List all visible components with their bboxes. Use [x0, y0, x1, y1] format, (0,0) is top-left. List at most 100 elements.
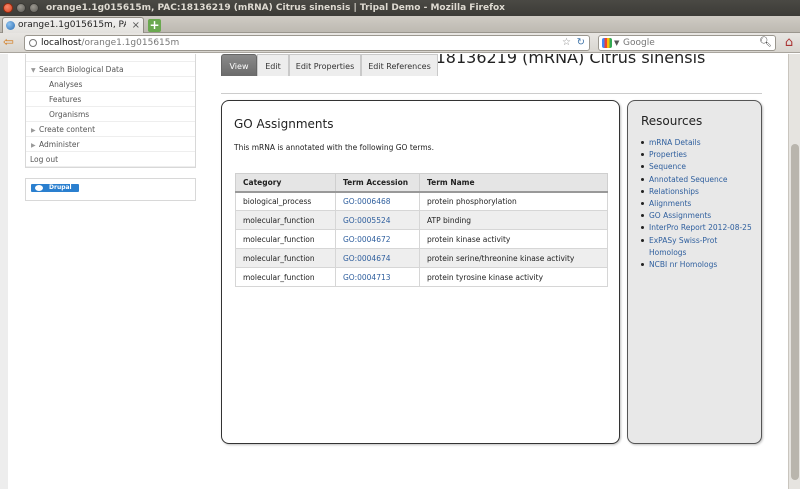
window-titlebar: orange1.1g015615m, PAC:18136219 (mRNA) C…	[0, 0, 800, 16]
cell-term-name: protein tyrosine kinase activity	[419, 267, 608, 287]
tab-label: Edit Properties	[295, 62, 355, 71]
column-header-category: Category	[235, 173, 336, 193]
window-close-button[interactable]	[3, 3, 13, 13]
search-input[interactable]	[623, 37, 753, 49]
page-gutter	[0, 54, 8, 489]
sidebar: ▼ Search Biological Data Analyses Feature…	[25, 54, 196, 201]
table-row: biological_process GO:0006468 protein ph…	[235, 191, 608, 211]
go-intro-text: This mRNA is annotated with the followin…	[234, 143, 434, 152]
table-row: molecular_function GO:0004713 protein ty…	[235, 267, 608, 287]
tab-view[interactable]: View	[221, 54, 257, 76]
cell-category: biological_process	[235, 191, 336, 211]
search-icon[interactable]: 🔍︎	[759, 36, 772, 50]
cell-category: molecular_function	[235, 267, 336, 287]
nav-item-analyses[interactable]: Analyses	[26, 77, 195, 92]
tab-close-icon[interactable]: ×	[132, 18, 140, 33]
nav-item-label: Analyses	[49, 80, 83, 89]
nav-item-features[interactable]: Features	[26, 92, 195, 107]
drupal-drop-icon	[35, 185, 43, 191]
page-scrollbar[interactable]	[788, 54, 800, 489]
new-tab-button[interactable]: +	[148, 19, 161, 32]
back-arrow-icon[interactable]: ⇦	[3, 36, 19, 50]
nav-item-label: Search Biological Data	[39, 65, 124, 74]
resource-link-go-assignments[interactable]: GO Assignments	[641, 210, 756, 222]
cell-category: molecular_function	[235, 229, 336, 249]
cell-accession: GO:0004672	[335, 229, 420, 249]
resource-link-expasy-homologs[interactable]: ExPASy Swiss-Prot Homologs	[641, 235, 756, 259]
google-engine-icon[interactable]	[602, 38, 612, 48]
collapsed-triangle-icon: ▶	[31, 127, 36, 134]
nav-item-label: Organisms	[49, 110, 90, 119]
cell-term-name: ATP binding	[419, 210, 608, 230]
cell-term-name: protein kinase activity	[419, 229, 608, 249]
page-viewport: ▼ Search Biological Data Analyses Feature…	[0, 54, 788, 489]
navigation-menu: ▼ Search Biological Data Analyses Feature…	[25, 54, 196, 168]
resource-link-interpro-report[interactable]: InterPro Report 2012-08-25	[641, 222, 756, 234]
tab-label: Edit	[265, 62, 281, 71]
window-minimize-button[interactable]	[16, 3, 26, 13]
nav-item-label: Log out	[30, 155, 59, 164]
cell-category: molecular_function	[235, 248, 336, 268]
tab-label: Edit References	[368, 62, 431, 71]
window-maximize-button[interactable]	[29, 3, 39, 13]
resource-link-alignments[interactable]: Alignments	[641, 198, 756, 210]
resource-link-sequence[interactable]: Sequence	[641, 161, 756, 173]
browser-tab[interactable]: orange1.1g015615m, PAC:181... ×	[2, 17, 144, 33]
nav-item-log-out[interactable]: Log out	[26, 152, 195, 167]
resource-link-properties[interactable]: Properties	[641, 149, 756, 161]
go-accession-link[interactable]: GO:0004713	[343, 273, 391, 282]
go-accession-link[interactable]: GO:0004674	[343, 254, 391, 263]
expanded-triangle-icon: ▼	[31, 67, 36, 74]
window-title: orange1.1g015615m, PAC:18136219 (mRNA) C…	[46, 3, 505, 13]
resources-list: mRNA Details Properties Sequence Annotat…	[641, 137, 756, 271]
nav-item-create-content[interactable]: ▶ Create content	[26, 122, 195, 137]
cell-category: molecular_function	[235, 210, 336, 230]
tabs-divider	[221, 93, 762, 94]
resource-link-mrna-details[interactable]: mRNA Details	[641, 137, 756, 149]
go-accession-link[interactable]: GO:0005524	[343, 216, 391, 225]
nav-item-organisms[interactable]: Organisms	[26, 107, 195, 122]
drupal-badge[interactable]: Drupal	[31, 184, 79, 192]
nav-item-label: Create content	[39, 125, 96, 134]
go-assignments-heading: GO Assignments	[234, 117, 334, 131]
cell-term-name: protein phosphorylation	[419, 191, 608, 211]
tab-edit-properties[interactable]: Edit Properties	[289, 54, 361, 76]
url-host: localhost	[41, 38, 82, 48]
nav-item-label: Features	[49, 95, 82, 104]
go-table: Category Term Accession Term Name biolog…	[235, 173, 608, 287]
go-accession-link[interactable]: GO:0006468	[343, 197, 391, 206]
nav-item-cut	[26, 54, 195, 62]
go-assignments-panel: GO Assignments This mRNA is annotated wi…	[221, 100, 620, 444]
table-header-row: Category Term Accession Term Name	[235, 173, 608, 193]
tab-edit[interactable]: Edit	[257, 54, 289, 76]
home-icon[interactable]: ⌂	[781, 35, 797, 51]
search-bar[interactable]: ▼ 🔍︎	[598, 35, 776, 51]
table-row: molecular_function GO:0005524 ATP bindin…	[235, 210, 608, 230]
tab-edit-references[interactable]: Edit References	[361, 54, 438, 76]
scrollbar-thumb[interactable]	[791, 144, 799, 480]
url-bar[interactable]: localhost/orange1.1g015615m ☆ ↻	[24, 35, 590, 51]
nav-item-label: Administer	[39, 140, 80, 149]
resource-link-annotated-sequence[interactable]: Annotated Sequence	[641, 174, 756, 186]
site-identity-icon[interactable]	[29, 39, 37, 47]
browser-tab-label: orange1.1g015615m, PAC:181...	[18, 20, 126, 30]
nav-item-search-biological-data[interactable]: ▼ Search Biological Data	[26, 62, 195, 77]
resources-heading: Resources	[641, 114, 703, 128]
nav-item-administer[interactable]: ▶ Administer	[26, 137, 195, 152]
cell-accession: GO:0004674	[335, 248, 420, 268]
table-row: molecular_function GO:0004674 protein se…	[235, 248, 608, 268]
url-text[interactable]: localhost/orange1.1g015615m	[41, 36, 179, 50]
bookmark-star-icon[interactable]: ☆	[562, 36, 571, 50]
resource-link-ncbi-homologs[interactable]: NCBI nr Homologs	[641, 259, 756, 271]
column-header-term-name: Term Name	[419, 173, 608, 193]
resource-link-relationships[interactable]: Relationships	[641, 186, 756, 198]
cell-term-name: protein serine/threonine kinase activity	[419, 248, 608, 268]
engine-dropdown-icon[interactable]: ▼	[614, 36, 619, 50]
browser-tabstrip: orange1.1g015615m, PAC:181... × +	[0, 16, 800, 33]
column-header-term-accession: Term Accession	[335, 173, 420, 193]
go-accession-link[interactable]: GO:0004672	[343, 235, 391, 244]
tab-label: View	[229, 62, 249, 71]
reload-icon[interactable]: ↻	[577, 36, 585, 50]
resources-panel: Resources mRNA Details Properties Sequen…	[627, 100, 762, 444]
powered-by-block: Drupal	[25, 178, 196, 201]
